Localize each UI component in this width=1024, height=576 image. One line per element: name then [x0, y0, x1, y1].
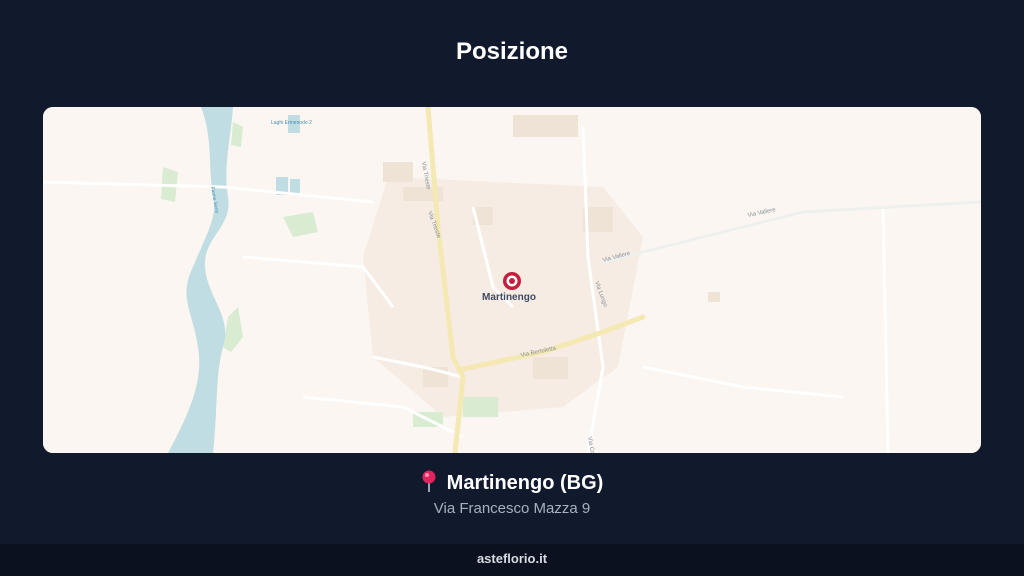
page-title: Posizione	[455, 38, 569, 65]
location-heading: Martinengo (BG)	[0, 470, 1024, 498]
map-canvas[interactable]: Via Trieste Via Trieste Via Vallere Via …	[43, 107, 981, 453]
location-marker[interactable]	[503, 272, 521, 290]
marker-label: Martinengo	[482, 292, 536, 303]
location-address: Via Francesco Mazza 9	[433, 500, 591, 517]
round-pushpin-icon	[421, 470, 437, 498]
footer: asteflorio.it	[0, 544, 1024, 576]
lake-label: Laghi Ermenodo 2	[271, 120, 312, 126]
location-name: Martinengo (BG)	[446, 472, 604, 494]
map-view[interactable]: Via Trieste Via Trieste Via Vallere Via …	[43, 107, 981, 453]
footer-site[interactable]: asteflorio.it	[477, 551, 547, 566]
